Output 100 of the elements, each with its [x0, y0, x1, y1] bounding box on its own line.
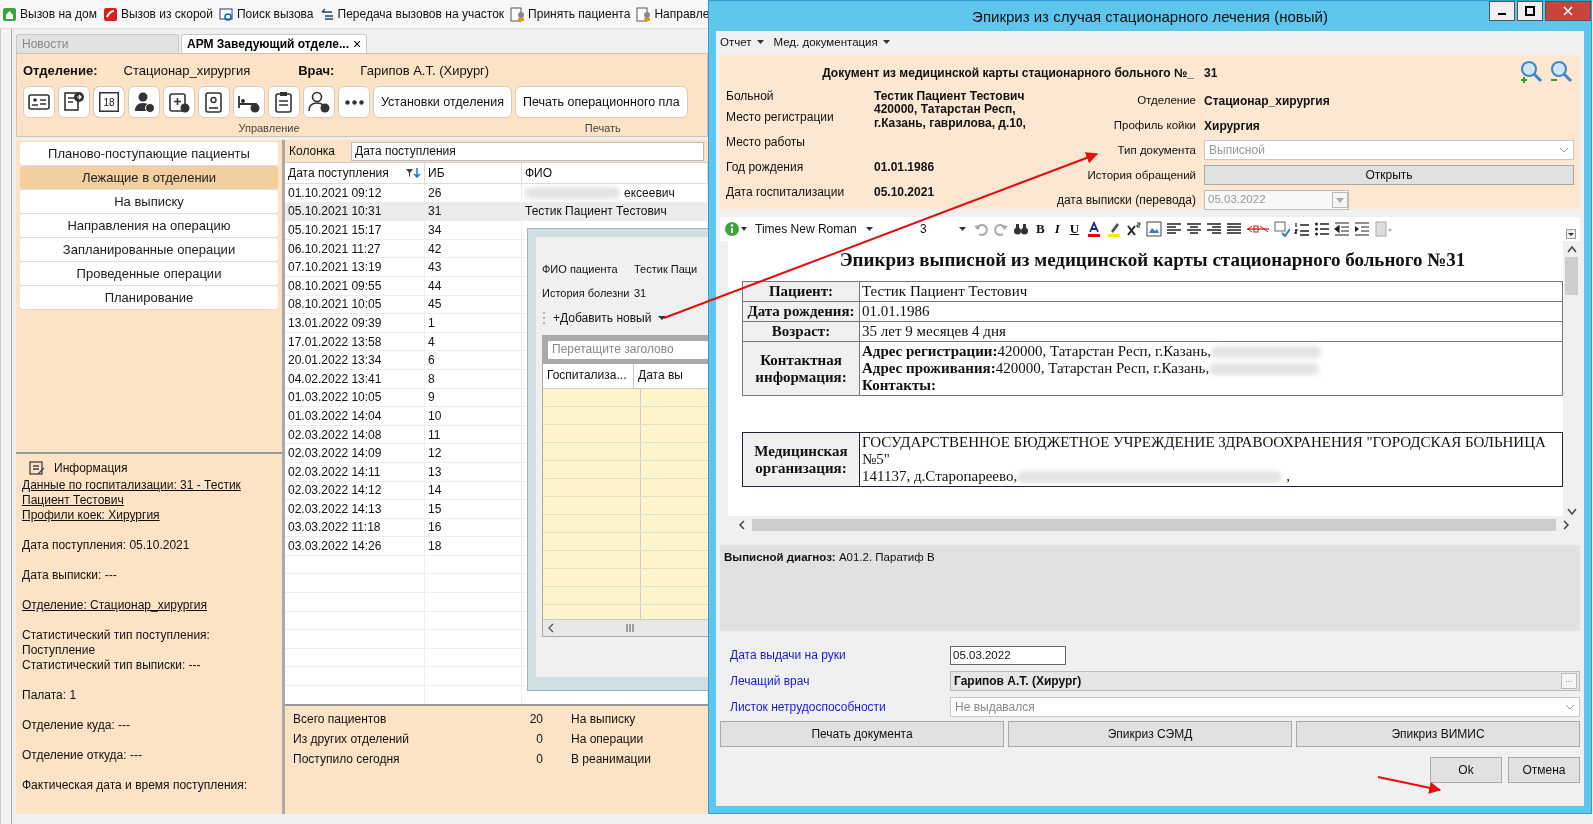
justify-icon[interactable] — [1226, 221, 1243, 237]
zoom-in-icon[interactable] — [1518, 59, 1544, 85]
collapse-icon[interactable] — [1566, 229, 1576, 239]
toolbar-button[interactable]: Вызов из скорой — [102, 6, 213, 22]
ribbon-button[interactable] — [128, 86, 160, 118]
sort-filter-icon[interactable] — [405, 167, 421, 179]
bullet-list-icon[interactable] — [1314, 221, 1331, 237]
date-field[interactable]: 05.03.2022 — [950, 645, 1066, 665]
field-value: 05.10.2021 — [874, 184, 936, 199]
action-button[interactable]: Эпикриз ВИМИС — [1296, 721, 1580, 747]
field-label: Отделение — [1136, 93, 1197, 106]
table-cell: 43 — [425, 258, 522, 276]
info-link[interactable]: Отделение: Стационар_хирургия — [22, 598, 276, 613]
open-button[interactable]: Открыть — [1204, 164, 1574, 185]
toolbar-button[interactable]: Принять пациента — [510, 6, 631, 22]
grid-row[interactable]: 01.10.2021 09:12 26 ексеевич — [285, 184, 708, 203]
font-color-icon[interactable] — [1086, 221, 1103, 237]
info-link[interactable]: Профили коек: Хирургия — [22, 508, 276, 523]
field-label: Документ из медицинской карты стационарного больного №_ — [821, 66, 1194, 80]
spell-check-icon[interactable] — [1274, 221, 1291, 237]
table-cell: 03.03.2022 11:18 — [285, 518, 425, 537]
binoculars-icon[interactable] — [1013, 221, 1029, 237]
indent-icon[interactable] — [1354, 221, 1371, 237]
ribbon-button[interactable] — [23, 86, 55, 118]
column-header[interactable]: Госпитализа... — [543, 364, 634, 388]
group-panel: Перетащите заголово — [543, 336, 708, 364]
maximize-button[interactable] — [1517, 1, 1543, 21]
ok-button[interactable]: Ok — [1430, 757, 1502, 783]
zoom-out-icon[interactable] — [1548, 59, 1574, 85]
nav-item[interactable]: Направления на операцию — [20, 214, 278, 237]
ribbon-button[interactable]: Печать операционного пла — [515, 86, 688, 118]
action-button[interactable]: Эпикриз СЭМД — [1008, 721, 1292, 747]
dropdown[interactable]: Не выдавался — [950, 697, 1580, 717]
action-button[interactable]: Печать документа — [720, 721, 1004, 747]
ribbon-button[interactable] — [268, 86, 300, 118]
menu-item[interactable]: Мед. документация — [773, 36, 890, 48]
close-button[interactable] — [1545, 1, 1591, 21]
cancel-button[interactable]: Отмена — [1508, 757, 1580, 783]
summary-label: Из других отделений — [293, 732, 410, 747]
close-button[interactable]: × — [353, 36, 362, 52]
maximize-icon[interactable] — [1525, 6, 1535, 16]
field-label: Дата госпитализации — [726, 184, 846, 199]
field-label: Тип документа — [1116, 143, 1197, 156]
scroll-thumb-icon[interactable] — [625, 624, 635, 632]
filter-label: Колонка — [289, 144, 337, 158]
horizontal-scrollbar[interactable] — [543, 619, 708, 636]
nav-item[interactable]: Планово-поступающие пациенты — [20, 142, 278, 165]
ribbon-button[interactable] — [338, 86, 370, 118]
field-value: 01.01.1986 — [874, 159, 936, 174]
align-left-icon[interactable] — [1166, 221, 1183, 237]
table-cell: 4 — [425, 332, 522, 351]
highlighter-icon[interactable] — [1106, 221, 1123, 237]
ribbon-button[interactable] — [58, 86, 90, 118]
column-field[interactable]: Дата поступления — [351, 141, 704, 161]
column-header[interactable]: Дата поступления — [285, 163, 425, 183]
nav-item[interactable]: Запланированные операции — [20, 238, 278, 261]
toolbar-button[interactable]: Передача вызовов на участок — [319, 6, 505, 22]
table-cell: Тестик Пациент Тестович — [859, 281, 1563, 302]
ribbon-button[interactable] — [163, 86, 195, 118]
ribbon-button[interactable] — [303, 86, 335, 118]
info-icon[interactable] — [724, 221, 748, 237]
info-link[interactable]: Данные по госпитализации: 31 - Тестик Пациент Тестович — [22, 478, 276, 508]
calendar-button[interactable]: 18 — [93, 86, 125, 118]
table-cell: Возраст: — [742, 321, 860, 342]
scroll-thumb[interactable] — [1565, 257, 1578, 295]
minimize-button[interactable] — [1489, 1, 1515, 21]
nav-item[interactable]: Проведенные операции — [20, 262, 278, 285]
table-cell: 9 — [425, 388, 522, 407]
toolbar-button[interactable]: Вызов на дом — [2, 6, 97, 22]
toolbar-button[interactable]: Направле — [636, 6, 708, 22]
align-center-icon[interactable] — [1186, 221, 1203, 237]
caret-icon[interactable] — [658, 315, 667, 321]
ribbon-button[interactable] — [233, 86, 265, 118]
table-cell: 01.01.1986 — [859, 301, 1563, 322]
scroll-thumb[interactable] — [752, 518, 1556, 531]
bold-button[interactable]: B — [1033, 221, 1048, 237]
tab[interactable]: АРМ Заведующий отделе... × — [181, 34, 368, 53]
field-label: Лечащий врач — [729, 674, 811, 688]
align-right-icon[interactable] — [1206, 221, 1223, 237]
column-header[interactable]: ИБ — [425, 163, 522, 183]
document-person-icon — [510, 6, 526, 22]
close-icon[interactable] — [1563, 6, 1573, 16]
nav-item[interactable]: Планирование — [20, 286, 278, 309]
nav-item[interactable]: Лежащие в отделении — [20, 166, 278, 189]
table-cell: 05.10.2021 15:17 — [285, 221, 425, 239]
table-cell: 08.10.2021 10:05 — [285, 295, 425, 314]
table-cell: Пациент: — [742, 281, 860, 302]
outdent-icon[interactable] — [1334, 221, 1351, 237]
menu-item[interactable]: Отчет — [720, 36, 764, 48]
doctor-field[interactable]: Гарипов А.Т. (Хирург) ... — [950, 671, 1580, 691]
ribbon-button[interactable]: Установки отделения — [373, 86, 513, 118]
nav-item[interactable]: На выписку — [20, 190, 278, 213]
numbered-list-icon[interactable] — [1294, 221, 1311, 237]
toolbar-button[interactable]: Поиск вызова — [219, 6, 314, 22]
underline-button[interactable]: U — [1066, 221, 1083, 237]
ribbon-button[interactable] — [198, 86, 230, 118]
italic-button[interactable]: I — [1051, 221, 1063, 237]
superscript-icon[interactable] — [1126, 221, 1143, 237]
info-text: Дата выписки: --- — [22, 568, 118, 583]
picture-frame-icon[interactable] — [1146, 221, 1163, 237]
